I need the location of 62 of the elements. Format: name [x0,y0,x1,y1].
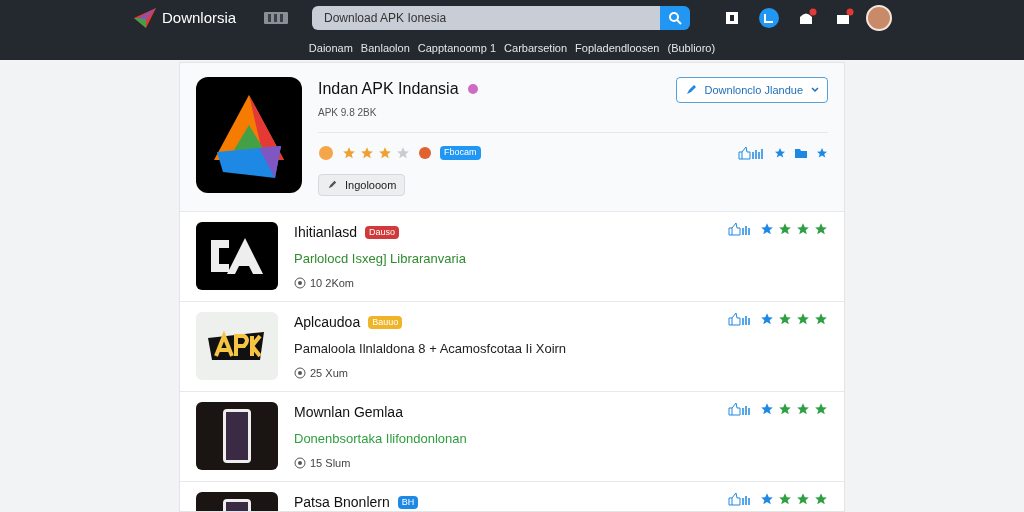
logo-icon [132,6,158,30]
app-title: Indan APK Indansia [318,79,459,99]
tag-chip[interactable]: Ingolooom [318,174,406,196]
star-icon [814,222,828,236]
star-icon [760,492,774,506]
app-name[interactable]: Aplcaudoa [294,312,361,333]
star-icon [814,492,828,506]
search-button[interactable] [660,6,690,30]
app-version: APK 9.8 2BK [318,106,378,120]
download-count: 10 2Kom [310,275,355,291]
star-icon [760,222,774,236]
star-icon [778,222,792,236]
app-description: Parlolocd Isxeg] Libraranvaria [294,250,467,268]
star-icon [796,402,810,416]
download-count: 25 Xum [310,365,348,381]
download-button[interactable]: Downlonclo Jlandue [675,77,828,103]
nav-link[interactable]: Daionam [308,40,353,57]
nav-link[interactable]: (Bublioro) [667,40,716,57]
app-name[interactable]: Ihitianlasd [294,222,358,243]
star-icon [778,492,792,506]
nav-link[interactable]: Banlaolon [360,40,410,57]
search-field[interactable]: Download APK Ionesia [312,6,660,30]
nav-link[interactable]: Carbarsetion [504,40,568,57]
star-icon [814,402,828,416]
star-icon [378,146,392,160]
app-description: Pamaloola Ilnlaldona 8 + Acamosfcotaa Ii Xoirn [294,340,568,358]
folder-icon [794,147,808,159]
pen-icon [327,180,337,190]
app-name[interactable]: Mownlan Gemlaa [294,402,403,423]
avatar[interactable] [866,5,892,31]
download-count-icon [294,456,306,469]
star-icon [760,312,774,326]
search-icon [668,11,682,25]
star-icon [816,147,828,159]
tag: BH [397,495,419,510]
app-name[interactable]: Patsa Bnonlern [294,492,390,511]
grid-icon [264,10,288,26]
pen-icon [684,84,697,96]
star-icon [342,146,356,160]
download-count-icon [294,276,306,289]
star-icon [774,147,786,159]
star-icon [396,146,410,160]
profile-icon[interactable] [759,8,780,28]
star-icon [814,312,828,326]
nav-link[interactable]: Fopladendloosen [575,40,660,57]
download-count-icon [294,366,306,379]
star-icon [778,312,792,326]
tag: Bauuo [368,315,403,330]
star-icon [796,312,810,326]
tag: Fbocam [440,146,481,160]
chevron-down-icon [811,87,819,93]
star-icon [778,402,792,416]
nav-link[interactable]: Capptanoomp 1 [417,40,497,57]
star-icon [796,492,810,506]
thumbs-up-icon [738,146,766,160]
star-icon [360,146,374,160]
app-description: Donenbsortaka Ilifondonlonan [294,430,468,448]
tag: Dauso [365,225,400,240]
logo-text[interactable]: Downlorsia [162,6,237,30]
star-icon [760,402,774,416]
download-count: 15 Slum [310,455,351,471]
star-icon [796,222,810,236]
